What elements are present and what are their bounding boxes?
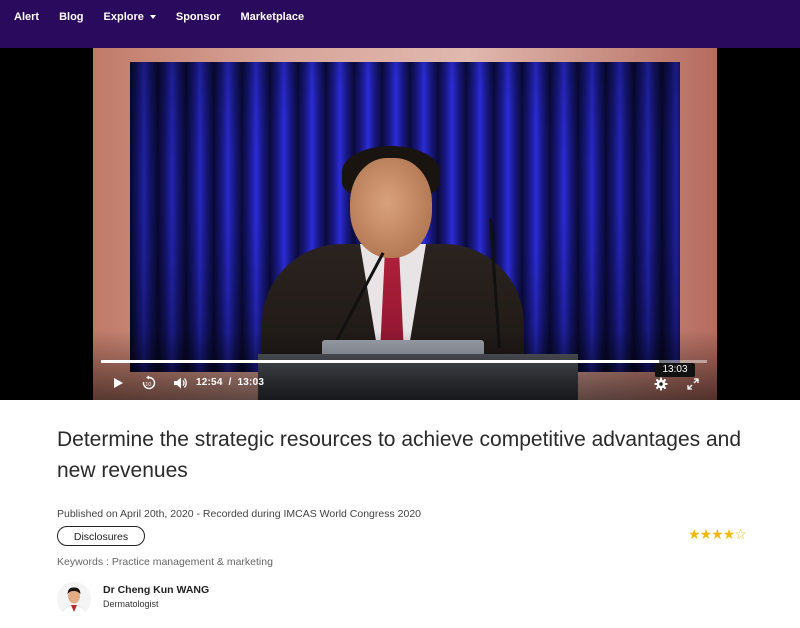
nav-item-label: Explore bbox=[103, 11, 144, 23]
duration: 13:03 bbox=[237, 377, 265, 388]
nav-item-label: Blog bbox=[59, 11, 84, 23]
progress-fill bbox=[101, 360, 659, 363]
nav-item-marketplace[interactable]: Marketplace bbox=[241, 11, 305, 23]
play-icon bbox=[114, 378, 123, 388]
published-info: Published on April 20th, 2020 - Recorded… bbox=[57, 508, 422, 520]
nav-item-label: Alert bbox=[14, 11, 40, 23]
settings-button[interactable] bbox=[652, 375, 670, 393]
top-nav: Alert Blog Explore Sponsor Marketplace bbox=[0, 0, 800, 48]
author-role: Dermatologist bbox=[103, 599, 159, 609]
author-name[interactable]: Dr Cheng Kun WANG bbox=[103, 584, 209, 596]
star-empty-icon[interactable]: ☆ bbox=[734, 526, 747, 542]
time-separator: / bbox=[228, 377, 232, 388]
author-portrait-icon bbox=[57, 582, 91, 616]
speaker-head bbox=[350, 158, 432, 258]
gear-icon bbox=[654, 377, 668, 391]
star-filled-icon[interactable]: ★ bbox=[688, 526, 701, 542]
rewind-button[interactable]: 10 bbox=[139, 374, 159, 392]
chevron-down-icon bbox=[149, 15, 156, 19]
talk-title: Determine the strategic resources to ach… bbox=[57, 428, 742, 482]
play-button[interactable] bbox=[108, 374, 128, 392]
disclosures-button[interactable]: Disclosures bbox=[57, 526, 145, 546]
rewind-10-icon: 10 bbox=[142, 375, 156, 390]
nav-item-sponsor[interactable]: Sponsor bbox=[176, 11, 221, 23]
nav-item-explore[interactable]: Explore bbox=[104, 11, 156, 23]
current-time: 12:54 bbox=[196, 377, 223, 388]
nav-item-label: Marketplace bbox=[240, 11, 305, 23]
star-filled-icon[interactable]: ★ bbox=[700, 526, 713, 542]
progress-bar[interactable] bbox=[101, 360, 707, 363]
svg-text:10: 10 bbox=[145, 382, 151, 388]
fullscreen-button[interactable] bbox=[684, 375, 702, 393]
video-player[interactable]: 13:03 10 12:54 / 13:03 bbox=[0, 48, 800, 400]
avatar[interactable] bbox=[57, 582, 91, 616]
time-display: 12:54 / 13:03 bbox=[196, 377, 264, 388]
volume-icon bbox=[173, 377, 187, 389]
star-filled-icon[interactable]: ★ bbox=[711, 526, 724, 542]
star-rating[interactable]: ★★★★☆ bbox=[688, 526, 747, 543]
nav-item-label: Sponsor bbox=[175, 11, 221, 23]
volume-button[interactable] bbox=[170, 374, 190, 392]
star-filled-icon[interactable]: ★ bbox=[723, 526, 736, 542]
nav-item-blog[interactable]: Blog bbox=[59, 11, 83, 23]
keywords: Keywords : Practice management & marketi… bbox=[57, 556, 273, 568]
fullscreen-icon bbox=[687, 378, 699, 390]
nav-item-alert[interactable]: Alert bbox=[14, 11, 39, 23]
